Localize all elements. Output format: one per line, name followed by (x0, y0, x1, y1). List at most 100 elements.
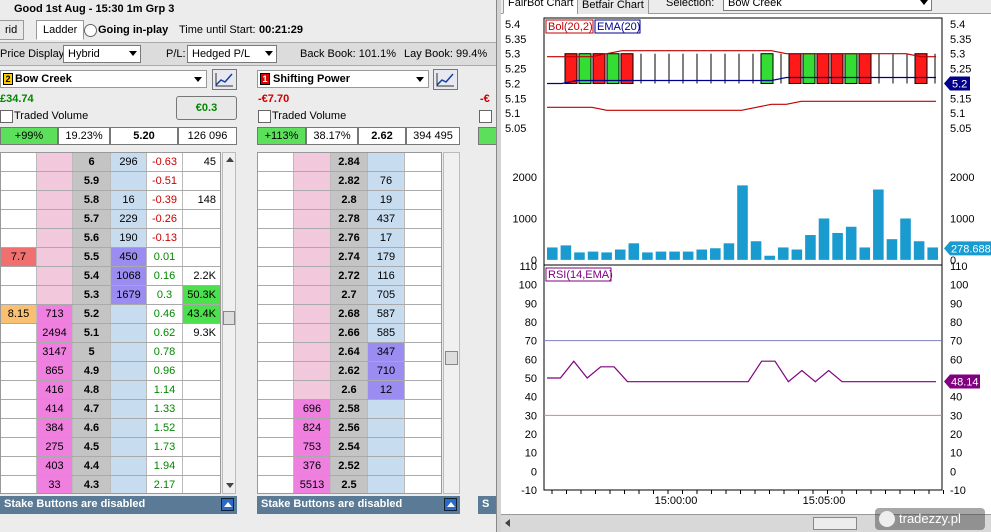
price-cell[interactable]: 5.4 (73, 267, 111, 285)
volume-cell[interactable] (183, 400, 220, 418)
volume-cell[interactable]: 50.3K (183, 286, 220, 304)
back-cell[interactable] (111, 381, 147, 399)
price-cell[interactable]: 2.84 (331, 153, 368, 171)
scroll-thumb[interactable] (813, 517, 857, 530)
ladder-row[interactable]: 5.4 1068 0.16 2.2K (1, 267, 220, 286)
my-bets-cell[interactable] (1, 343, 37, 361)
back-cell[interactable]: 587 (368, 305, 405, 323)
ladder-scrollbar[interactable] (443, 152, 460, 494)
volume-cell[interactable] (183, 419, 220, 437)
my-bets-cell[interactable] (1, 153, 37, 171)
price-cell[interactable]: 4.5 (73, 438, 111, 456)
lay-cell[interactable] (294, 381, 331, 399)
price-cell[interactable]: 6 (73, 153, 111, 171)
back-cell[interactable] (111, 457, 147, 475)
lay-cell[interactable]: 416 (37, 381, 73, 399)
bets-cell[interactable] (405, 400, 441, 418)
my-bets-cell[interactable] (258, 153, 294, 171)
back-cell[interactable] (111, 305, 147, 323)
lay-cell[interactable] (294, 153, 331, 171)
lay-cell[interactable]: 3147 (37, 343, 73, 361)
back-cell[interactable]: 710 (368, 362, 405, 380)
price-cell[interactable]: 2.54 (331, 438, 368, 456)
price-cell[interactable]: 5.2 (73, 305, 111, 323)
my-bets-cell[interactable] (258, 381, 294, 399)
runner-select-bow-creek[interactable]: 2 Bow Creek (0, 70, 207, 88)
back-cell[interactable]: 12 (368, 381, 405, 399)
volume-cell[interactable]: 43.4K (183, 305, 220, 323)
lay-cell[interactable] (37, 267, 73, 285)
scroll-up-icon[interactable] (226, 157, 234, 162)
my-bets-cell[interactable] (258, 172, 294, 190)
back-cell[interactable]: 17 (368, 229, 405, 247)
bets-cell[interactable] (405, 476, 441, 493)
ladder-row[interactable]: 2494 5.1 0.62 9.3K (1, 324, 220, 343)
volume-cell[interactable] (183, 343, 220, 361)
tab-ladder[interactable]: Ladder (36, 20, 85, 40)
price-cell[interactable]: 2.68 (331, 305, 368, 323)
pl-cell[interactable]: 1.52 (147, 419, 183, 437)
bets-cell[interactable] (405, 362, 441, 380)
ladder-row[interactable]: 2.74 179 (258, 248, 441, 267)
back-cell[interactable] (368, 419, 405, 437)
price-cell[interactable]: 2.72 (331, 267, 368, 285)
ladder-row[interactable]: 2.64 347 (258, 343, 441, 362)
lay-cell[interactable]: 2494 (37, 324, 73, 342)
ladder-row[interactable]: 414 4.7 1.33 (1, 400, 220, 419)
traded-volume-checkbox[interactable] (258, 110, 271, 123)
volume-cell[interactable] (183, 438, 220, 456)
ladder-row[interactable]: 3147 5 0.78 (1, 343, 220, 362)
going-inplay-checkbox[interactable] (84, 24, 97, 37)
back-cell[interactable]: 229 (111, 210, 147, 228)
back-cell[interactable]: 450 (111, 248, 147, 266)
pl-cell[interactable]: -0.51 (147, 172, 183, 190)
pl-cell[interactable]: -0.26 (147, 210, 183, 228)
price-cell[interactable]: 2.66 (331, 324, 368, 342)
bets-cell[interactable] (405, 153, 441, 171)
lay-cell[interactable] (294, 305, 331, 323)
my-bets-cell[interactable] (1, 438, 37, 456)
lay-cell[interactable]: 713 (37, 305, 73, 323)
bets-cell[interactable] (405, 210, 441, 228)
ladder-row[interactable]: 2.66 585 (258, 324, 441, 343)
back-cell[interactable]: 116 (368, 267, 405, 285)
ladder-row[interactable]: 2.7 705 (258, 286, 441, 305)
price-cell[interactable]: 5 (73, 343, 111, 361)
lay-cell[interactable]: 384 (37, 419, 73, 437)
my-bets-cell[interactable] (258, 438, 294, 456)
my-bets-cell[interactable] (1, 400, 37, 418)
my-bets-cell[interactable] (1, 324, 37, 342)
price-cell[interactable]: 2.5 (331, 476, 368, 493)
back-cell[interactable] (368, 438, 405, 456)
pl-cell[interactable]: 0.16 (147, 267, 183, 285)
back-cell[interactable]: 705 (368, 286, 405, 304)
price-display-select[interactable]: Hybrid (63, 45, 141, 63)
price-cell[interactable]: 4.3 (73, 476, 111, 493)
lay-cell[interactable]: 376 (294, 457, 331, 475)
lay-cell[interactable] (37, 210, 73, 228)
back-cell[interactable] (111, 438, 147, 456)
volume-cell[interactable] (183, 362, 220, 380)
fairbot-chart[interactable]: 5.4 5.4 5.35 5.35 5.3 5.3 5.25 5.25 5.2 5.2 5.15 5.… (501, 14, 991, 514)
back-cell[interactable] (111, 343, 147, 361)
lay-cell[interactable]: 275 (37, 438, 73, 456)
pl-cell[interactable]: 0.46 (147, 305, 183, 323)
ladder-scrollbar[interactable] (222, 152, 236, 494)
ladder-row[interactable]: 5513 2.5 (258, 476, 441, 493)
price-cell[interactable]: 4.6 (73, 419, 111, 437)
price-cell[interactable]: 2.8 (331, 191, 368, 209)
back-cell[interactable]: 76 (368, 172, 405, 190)
back-cell[interactable] (111, 172, 147, 190)
back-cell[interactable] (111, 324, 147, 342)
bets-cell[interactable] (405, 286, 441, 304)
my-bets-cell[interactable] (258, 476, 294, 493)
price-cell[interactable]: 5.6 (73, 229, 111, 247)
my-bets-cell[interactable] (1, 210, 37, 228)
ladder-row[interactable]: 753 2.54 (258, 438, 441, 457)
lay-cell[interactable]: 414 (37, 400, 73, 418)
chart-button[interactable] (212, 69, 237, 90)
lay-cell[interactable] (37, 172, 73, 190)
back-cell[interactable]: 1679 (111, 286, 147, 304)
lay-cell[interactable] (294, 362, 331, 380)
price-cell[interactable]: 2.74 (331, 248, 368, 266)
